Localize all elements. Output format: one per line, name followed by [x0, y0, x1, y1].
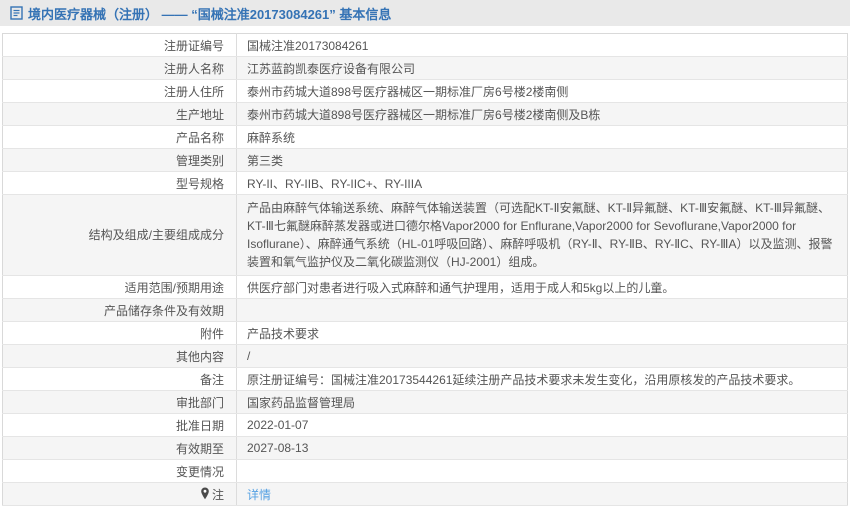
row-value-cell: 泰州市药城大道898号医疗器械区一期标准厂房6号楼2楼南侧 [236, 79, 848, 103]
row-label-cell: 注册人住所 [2, 79, 237, 103]
row-value: 江苏蓝韵凯泰医疗设备有限公司 [247, 61, 416, 76]
row-label-cell: 其他内容 [2, 344, 237, 368]
row-label-cell: 有效期至 [2, 436, 237, 460]
row-label: 产品名称 [175, 130, 224, 145]
row-label-cell: 变更情况 [2, 459, 237, 483]
table-row: 注册人名称 江苏蓝韵凯泰医疗设备有限公司 [2, 56, 848, 80]
row-value: 产品由麻醉气体输送系统、麻醉气体输送装置（可选配KT-Ⅱ安氟醚、KT-Ⅱ异氟醚、… [247, 201, 833, 269]
row-value-cell [236, 298, 848, 322]
row-value: 2027-08-13 [247, 441, 309, 455]
row-value: 国械注准20173084261 [247, 38, 369, 53]
info-table-body: 注册证编号 国械注准20173084261 注册人名称 江苏蓝韵凯泰医疗设备有限公司注… [2, 33, 848, 506]
row-value-cell: 国家药品监督管理局 [236, 390, 848, 414]
page-title: 境内医疗器械（注册） —— “国械注准20173084261” 基本信息 [28, 6, 392, 22]
row-label-cell: 批准日期 [2, 413, 237, 437]
row-value: 供医疗部门对患者进行吸入式麻醉和通气护理用，适用于成人和5kg以上的儿童。 [247, 280, 675, 295]
row-value-cell: 麻醉系统 [236, 125, 848, 149]
row-label-cell: 备注 [2, 367, 237, 391]
row-label-cell: 结构及组成/主要组成成分 [2, 194, 237, 276]
row-label: 附件 [199, 326, 224, 341]
row-label: 注 [211, 487, 224, 502]
row-value: RY-II、RY-IIB、RY-IIC+、RY-IIIA [247, 176, 423, 191]
row-label: 注册证编号 [163, 38, 224, 53]
row-value: 麻醉系统 [247, 130, 296, 145]
page-header: 境内医疗器械（注册） —— “国械注准20173084261” 基本信息 [0, 0, 850, 26]
row-label: 产品储存条件及有效期 [103, 303, 224, 318]
row-label-cell: 产品名称 [2, 125, 237, 149]
row-value-cell: 2022-01-07 [236, 413, 848, 437]
row-label-cell: 注 [2, 482, 237, 506]
row-label: 其他内容 [175, 349, 224, 364]
row-value-cell: 泰州市药城大道898号医疗器械区一期标准厂房6号楼2楼南侧及B栋 [236, 102, 848, 126]
row-value-cell: 原注册证编号：国械注准20173544261延续注册产品技术要求未发生变化，沿用… [236, 367, 848, 391]
row-label: 有效期至 [175, 441, 224, 456]
row-value-cell: 供医疗部门对患者进行吸入式麻醉和通气护理用，适用于成人和5kg以上的儿童。 [236, 275, 848, 299]
row-label-cell: 注册证编号 [2, 33, 237, 57]
row-value-cell: 2027-08-13 [236, 436, 848, 460]
table-row: 适用范围/预期用途 供医疗部门对患者进行吸入式麻醉和通气护理用，适用于成人和5kg… [2, 275, 848, 299]
row-label: 管理类别 [175, 153, 224, 168]
table-row: 产品储存条件及有效期 [2, 298, 848, 322]
row-label-cell: 管理类别 [2, 148, 237, 172]
row-value: 第三类 [247, 153, 284, 168]
row-value: 国家药品监督管理局 [247, 395, 356, 410]
table-row: 结构及组成/主要组成成分 产品由麻醉气体输送系统、麻醉气体输送装置（可选配KT-Ⅱ… [2, 194, 848, 276]
row-value-cell: 第三类 [236, 148, 848, 172]
row-value-cell: 江苏蓝韵凯泰医疗设备有限公司 [236, 56, 848, 80]
row-value-cell: RY-II、RY-IIB、RY-IIC+、RY-IIIA [236, 171, 848, 195]
table-row: 管理类别 第三类 [2, 148, 848, 172]
row-value-cell: 详情 [236, 482, 848, 506]
row-label: 变更情况 [175, 464, 224, 479]
row-label-cell: 审批部门 [2, 390, 237, 414]
info-table: 注册证编号 国械注准20173084261 注册人名称 江苏蓝韵凯泰医疗设备有限公司注… [2, 33, 848, 506]
table-row: 变更情况 [2, 459, 848, 483]
table-row: 注 详情 [2, 482, 848, 506]
table-row: 附件 产品技术要求 [2, 321, 848, 345]
table-row: 注册人住所 泰州市药城大道898号医疗器械区一期标准厂房6号楼2楼南侧 [2, 79, 848, 103]
row-value-cell: 产品技术要求 [236, 321, 848, 345]
details-link[interactable]: 详情 [247, 488, 271, 502]
row-value: 原注册证编号：国械注准20173544261延续注册产品技术要求未发生变化，沿用… [247, 372, 801, 387]
table-row: 批准日期 2022-01-07 [2, 413, 848, 437]
row-value: 2022-01-07 [247, 418, 309, 432]
table-row: 有效期至 2027-08-13 [2, 436, 848, 460]
row-label-cell: 产品储存条件及有效期 [2, 298, 237, 322]
row-label: 注册人住所 [163, 84, 224, 99]
row-label: 审批部门 [175, 395, 224, 410]
row-label: 生产地址 [175, 107, 224, 122]
table-row: 型号规格 RY-II、RY-IIB、RY-IIC+、RY-IIIA [2, 171, 848, 195]
row-label: 型号规格 [175, 176, 224, 191]
row-label: 批准日期 [175, 418, 224, 433]
row-label-cell: 适用范围/预期用途 [2, 275, 237, 299]
pin-icon [200, 487, 210, 500]
table-row: 生产地址 泰州市药城大道898号医疗器械区一期标准厂房6号楼2楼南侧及B栋 [2, 102, 848, 126]
row-label-cell: 注册人名称 [2, 56, 237, 80]
row-label: 结构及组成/主要组成成分 [88, 228, 224, 242]
row-value-cell: 产品由麻醉气体输送系统、麻醉气体输送装置（可选配KT-Ⅱ安氟醚、KT-Ⅱ异氟醚、… [236, 194, 848, 276]
row-value: / [247, 349, 251, 363]
row-label: 备注 [199, 372, 224, 387]
row-label: 注册人名称 [163, 61, 224, 76]
document-icon [10, 6, 23, 20]
row-value-cell: 国械注准20173084261 [236, 33, 848, 57]
row-value-cell: / [236, 344, 848, 368]
row-label-cell: 生产地址 [2, 102, 237, 126]
row-value: 泰州市药城大道898号医疗器械区一期标准厂房6号楼2楼南侧 [247, 84, 569, 99]
row-label: 适用范围/预期用途 [124, 280, 224, 295]
row-value: 泰州市药城大道898号医疗器械区一期标准厂房6号楼2楼南侧及B栋 [247, 107, 601, 122]
table-row: 产品名称 麻醉系统 [2, 125, 848, 149]
table-row: 备注 原注册证编号：国械注准20173544261延续注册产品技术要求未发生变化，… [2, 367, 848, 391]
table-row: 其他内容 / [2, 344, 848, 368]
table-row: 审批部门 国家药品监督管理局 [2, 390, 848, 414]
table-row: 注册证编号 国械注准20173084261 [2, 33, 848, 57]
row-value: 产品技术要求 [247, 326, 320, 341]
row-label-cell: 型号规格 [2, 171, 237, 195]
row-value-cell [236, 459, 848, 483]
row-label-cell: 附件 [2, 321, 237, 345]
